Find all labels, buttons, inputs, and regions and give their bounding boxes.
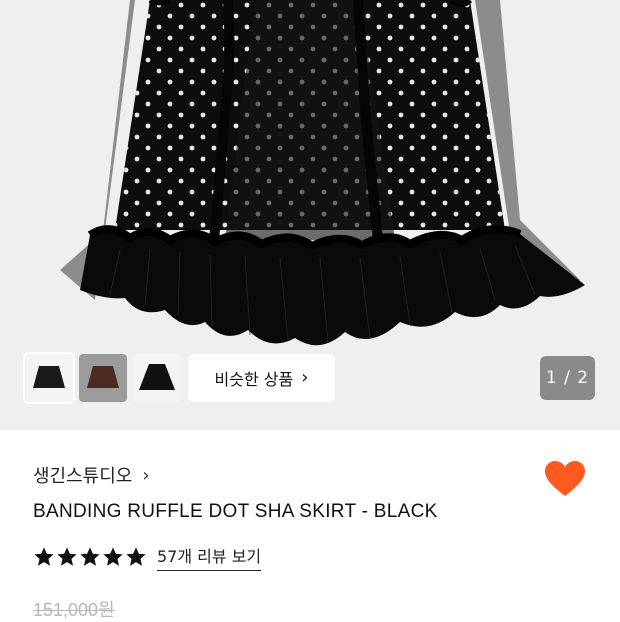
- view-reviews-link[interactable]: 57개 리뷰 보기: [157, 543, 262, 571]
- star-rating: [33, 546, 147, 568]
- product-title: BANDING RUFFLE DOT SHA SKIRT - BLACK: [33, 501, 438, 522]
- chevron-right-icon: ›: [142, 464, 150, 486]
- wishlist-heart-button[interactable]: [544, 460, 586, 498]
- star-icon: [103, 547, 123, 566]
- star-icon: [126, 547, 146, 566]
- star-icon: [80, 547, 100, 566]
- skirt-thumbnail-icon: [87, 366, 119, 388]
- similar-products-label: 비슷한 상품: [214, 370, 294, 389]
- rating-row: 57개 리뷰 보기: [33, 543, 262, 571]
- brand-name: 생긴스튜디오: [33, 466, 133, 487]
- thumbnail-strip: [23, 352, 181, 404]
- original-price: 151,000원: [33, 600, 115, 620]
- similar-products-button[interactable]: 비슷한 상품 ›: [188, 354, 335, 402]
- chevron-right-icon: ›: [301, 367, 309, 388]
- heart-icon: [545, 461, 585, 496]
- product-image-gallery[interactable]: 비슷한 상품 › 1 / 2: [0, 0, 620, 430]
- skirt-thumbnail-icon: [139, 364, 175, 390]
- star-icon: [34, 547, 54, 566]
- image-pager-indicator: 1 / 2: [540, 356, 595, 400]
- skirt-thumbnail-icon: [33, 366, 65, 388]
- star-icon: [57, 547, 77, 566]
- thumbnail-3[interactable]: [133, 354, 181, 402]
- thumbnail-2[interactable]: [79, 354, 127, 402]
- brand-link[interactable]: 생긴스튜디오 ›: [33, 462, 150, 488]
- thumbnail-1[interactable]: [23, 352, 75, 404]
